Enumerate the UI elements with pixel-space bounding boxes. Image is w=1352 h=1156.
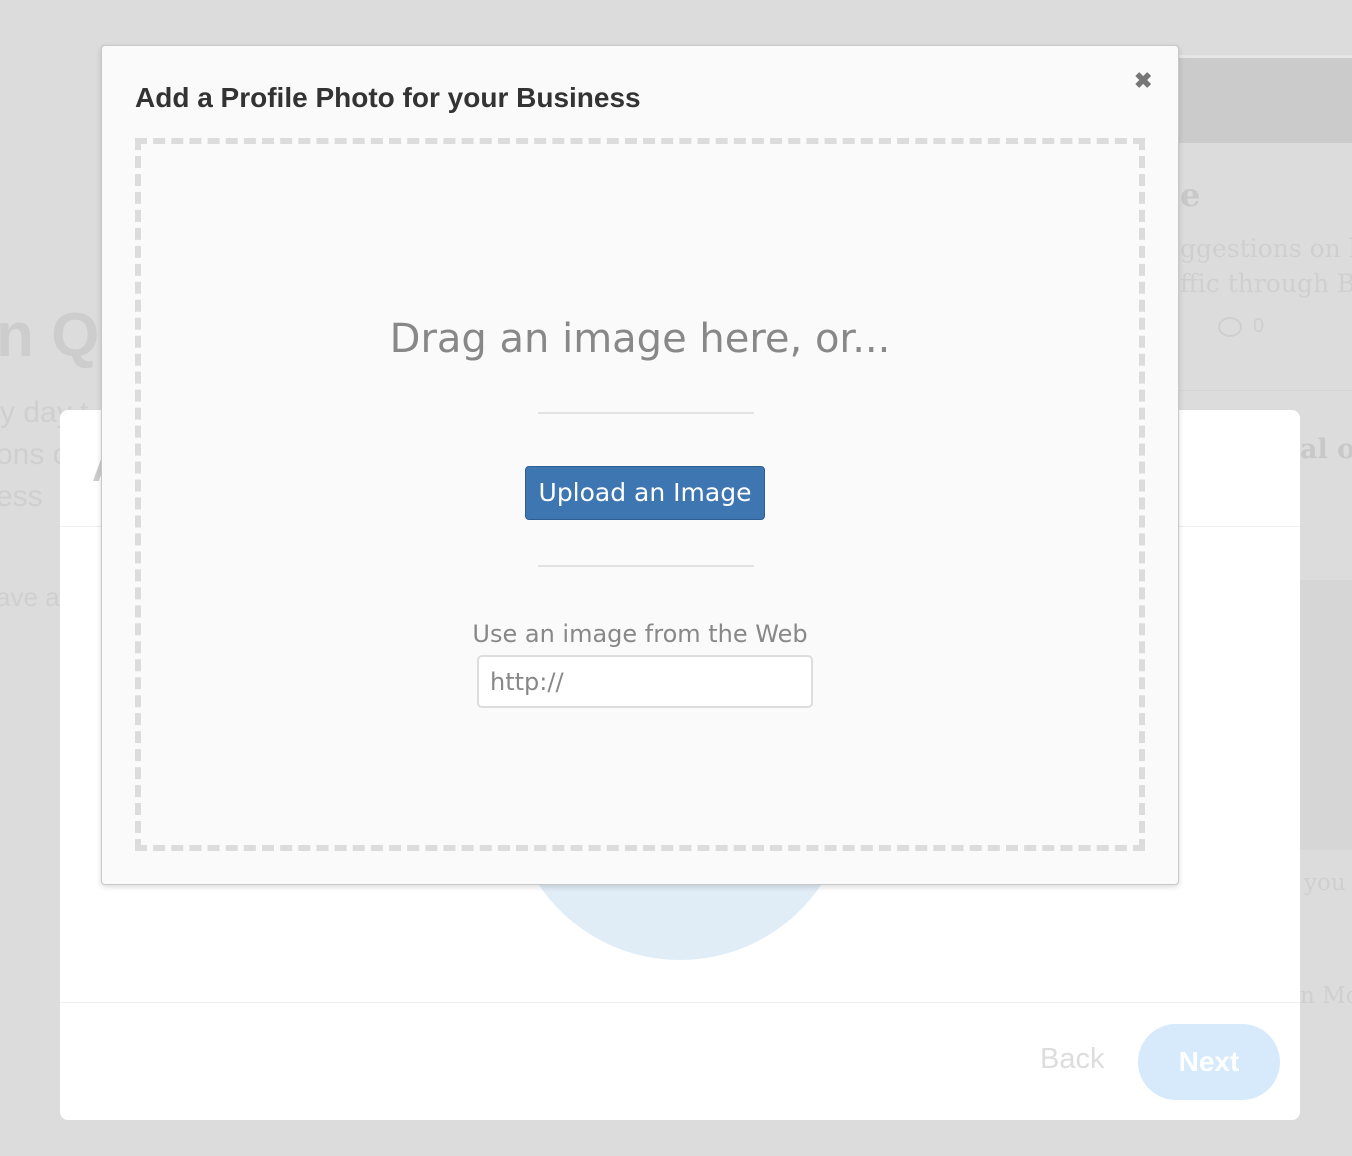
modal-title: Add a Profile Photo for your Business	[135, 82, 641, 113]
next-button[interactable]: Next	[1138, 1024, 1280, 1100]
bg-article-text: you a	[1304, 870, 1352, 896]
upload-image-button[interactable]: Upload an Image	[525, 466, 765, 520]
bg-article-image	[1300, 580, 1352, 850]
profile-photo-modal: Add a Profile Photo for your Business ✖ …	[101, 45, 1179, 885]
bg-text-fragment: ess	[0, 480, 43, 513]
divider	[538, 412, 754, 414]
bg-article-text: ggestions on ho	[1180, 234, 1352, 263]
back-button[interactable]: Back	[1040, 1043, 1104, 1076]
image-url-input[interactable]	[477, 655, 813, 708]
bg-divider	[1179, 390, 1352, 391]
background-top-bar	[1179, 55, 1352, 143]
drop-text: Drag an image here, or...	[389, 316, 891, 362]
web-image-label: Use an image from the Web	[472, 620, 808, 648]
close-icon[interactable]: ✖	[1134, 68, 1152, 94]
bg-article-heading: e	[1180, 176, 1201, 214]
comment-icon	[1218, 317, 1242, 337]
card-footer-divider	[60, 1002, 1300, 1003]
image-drop-zone[interactable]: Drag an image here, or... Upload an Imag…	[135, 138, 1145, 851]
bg-text-fragment: ons o	[0, 438, 70, 471]
bg-text-fragment: ave a	[0, 582, 60, 612]
divider	[538, 565, 754, 567]
bg-article-title: al of	[1300, 434, 1352, 465]
bg-comment-count: 0	[1253, 315, 1265, 337]
bg-article-text: ffic through Blog	[1180, 269, 1352, 298]
bg-article-text: n Mor	[1300, 983, 1352, 1009]
